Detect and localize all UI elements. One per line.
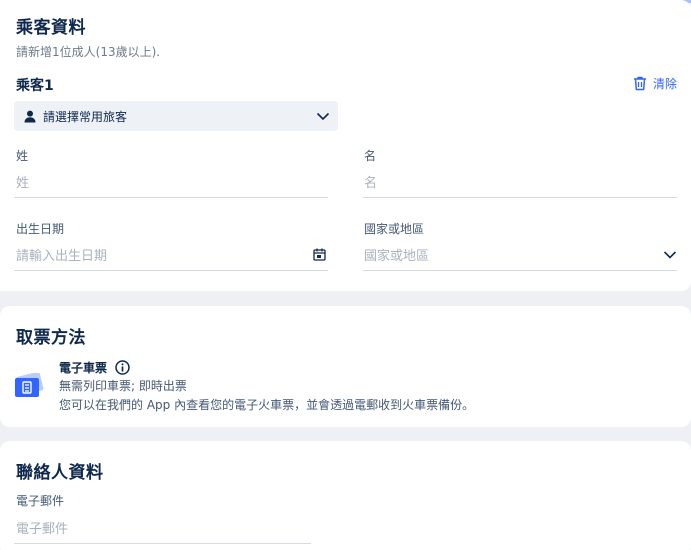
e-ticket-line-1: 無需列印車票; 即時出票 [59,379,187,393]
given-name-underline [363,197,677,198]
ticket-icon [15,373,44,397]
country-select[interactable]: 國家或地區 [364,245,429,264]
ticket-section-title: 取票方法 [16,328,86,348]
frequent-traveler-select[interactable]: 請選擇常用旅客 [14,101,338,131]
surname-underline [14,197,328,198]
chevron-down-icon [316,112,330,121]
given-name-label: 名 [364,149,377,163]
e-ticket-line-2: 您可以在我們的 App 內查看您的電子火車票，並會透過電郵收到火車票備份。 [59,398,475,412]
clear-button[interactable]: 清除 [633,75,677,92]
info-icon[interactable] [115,360,130,375]
contact-info-card: 聯絡人資料 電子郵件 電子郵件 [0,441,691,550]
trash-icon [633,76,646,91]
email-input[interactable]: 電子郵件 [16,518,68,537]
frequent-traveler-placeholder: 請選擇常用旅客 [43,109,128,124]
given-name-input[interactable]: 名 [364,172,377,191]
birth-date-input[interactable]: 請輸入出生日期 [16,245,107,264]
email-underline [14,543,311,544]
user-icon [24,110,36,122]
country-underline [363,270,677,271]
passenger-note: 請新增1位成人(13歲以上). [16,45,161,59]
clear-label: 清除 [652,77,677,91]
passenger-info-card: 乘客資料 請新增1位成人(13歲以上). 乘客1 清除 請選擇常用旅客 姓 姓 … [0,0,691,291]
surname-label: 姓 [16,149,29,163]
surname-input[interactable]: 姓 [16,172,29,191]
email-label: 電子郵件 [16,494,65,508]
chevron-down-icon[interactable] [663,249,677,261]
passenger-section-title: 乘客資料 [16,18,86,38]
birth-date-label: 出生日期 [16,222,65,236]
contact-section-title: 聯絡人資料 [16,463,104,483]
passenger-1-label: 乘客1 [16,78,54,94]
e-ticket-option: 電子車票 [59,359,130,376]
e-ticket-title: 電子車票 [59,361,108,375]
birth-date-underline [14,270,328,271]
country-label: 國家或地區 [364,222,425,236]
calendar-icon[interactable] [313,248,326,261]
